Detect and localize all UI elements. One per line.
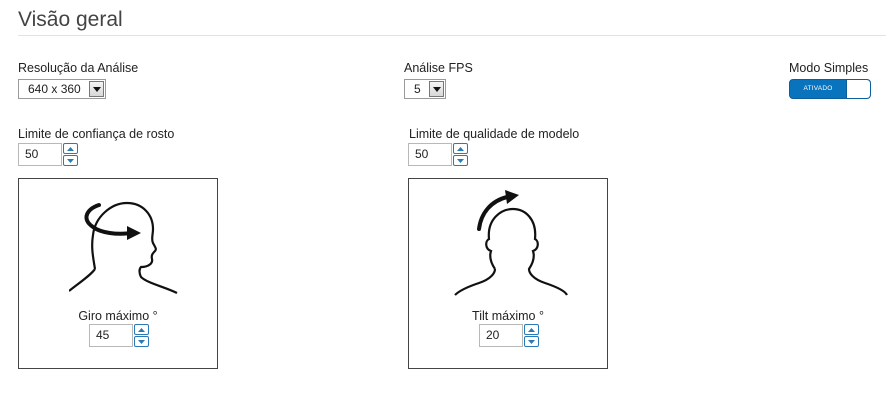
toggle-knob — [846, 80, 870, 98]
tilt-label: Tilt máximo ° — [472, 309, 544, 323]
toggle-state-text: ATIVADO — [803, 85, 833, 92]
face-confidence-label: Limite de confiança de rosto — [18, 127, 175, 141]
rotation-input[interactable]: 45 — [89, 324, 133, 347]
chevron-down-icon[interactable] — [89, 81, 104, 97]
title-divider — [18, 35, 886, 36]
model-quality-label: Limite de qualidade de modelo — [409, 127, 580, 141]
rotation-panel: Giro máximo ° 45 — [18, 178, 218, 369]
fps-value: 5 — [414, 82, 421, 96]
stepper-up-icon[interactable] — [524, 324, 539, 335]
tilt-panel: Tilt máximo ° 20 — [408, 178, 608, 369]
page-title: Visão geral — [18, 8, 123, 31]
stepper-down-icon[interactable] — [453, 155, 468, 166]
face-confidence-input[interactable]: 50 — [18, 143, 62, 166]
fps-label: Análise FPS — [404, 61, 473, 75]
head-rotation-icon — [69, 201, 178, 294]
rotation-label: Giro máximo ° — [78, 309, 158, 323]
rotation-stepper[interactable]: 45 — [89, 324, 149, 347]
tilt-stepper[interactable]: 20 — [479, 324, 539, 347]
tilt-input[interactable]: 20 — [479, 324, 523, 347]
simple-mode-toggle[interactable]: ATIVADO — [789, 79, 871, 99]
simple-mode-label: Modo Simples — [789, 61, 869, 75]
stepper-up-icon[interactable] — [453, 143, 468, 154]
chevron-down-icon[interactable] — [429, 81, 444, 97]
head-tilt-icon — [454, 190, 568, 296]
stepper-up-icon[interactable] — [63, 143, 78, 154]
model-quality-stepper[interactable]: 50 — [408, 143, 468, 166]
resolution-value: 640 x 360 — [28, 82, 81, 96]
fps-select[interactable]: 5 — [404, 79, 446, 99]
model-quality-input[interactable]: 50 — [408, 143, 452, 166]
resolution-select[interactable]: 640 x 360 — [18, 79, 106, 99]
stepper-down-icon[interactable] — [134, 336, 149, 347]
stepper-up-icon[interactable] — [134, 324, 149, 335]
resolution-label: Resolução da Análise — [18, 61, 139, 75]
face-confidence-stepper[interactable]: 50 — [18, 143, 78, 166]
stepper-down-icon[interactable] — [63, 155, 78, 166]
stepper-down-icon[interactable] — [524, 336, 539, 347]
